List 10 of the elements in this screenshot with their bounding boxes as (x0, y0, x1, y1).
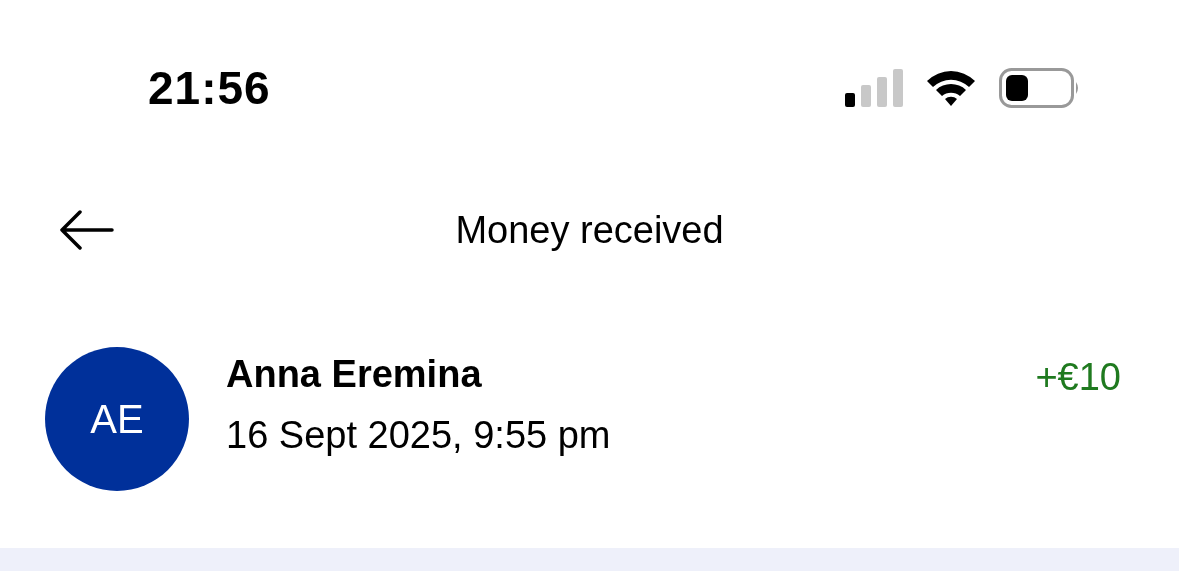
avatar: AE (45, 347, 189, 491)
transaction-date: 16 Sept 2025, 9:55 pm (226, 414, 611, 457)
battery-icon (999, 67, 1081, 108)
signal-icon (845, 68, 903, 107)
sender-name: Anna Eremina (226, 353, 483, 396)
status-time: 21:56 (148, 60, 271, 115)
page-title: Money received (455, 208, 724, 252)
wifi-icon (925, 68, 977, 107)
amount: +€10 (1035, 355, 1121, 399)
back-arrow-icon[interactable] (58, 210, 114, 250)
